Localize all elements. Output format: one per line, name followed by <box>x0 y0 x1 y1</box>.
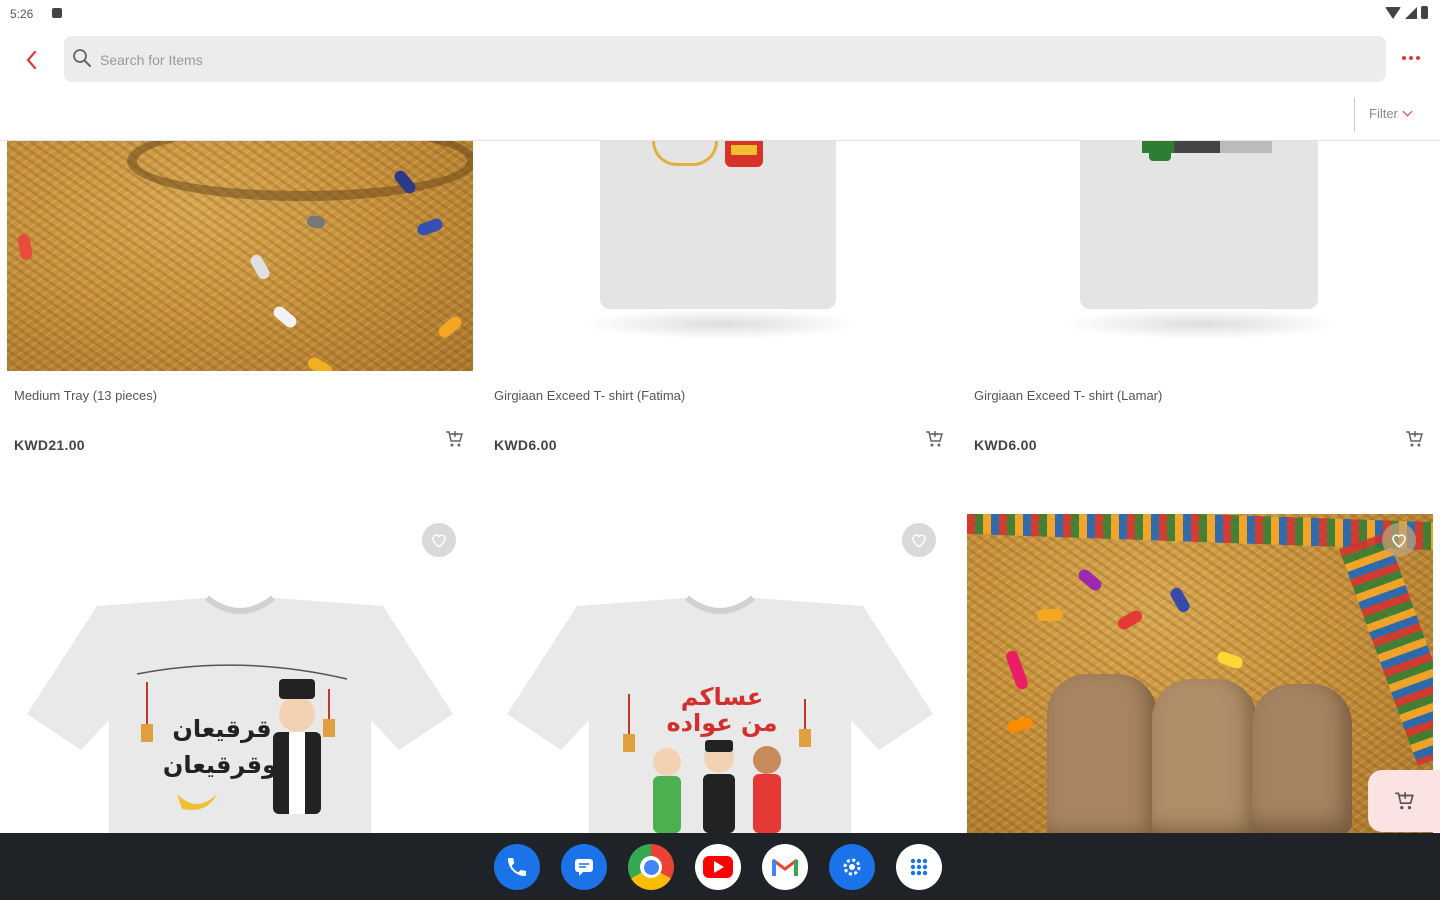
chevron-down-icon <box>1402 106 1413 117</box>
product-image <box>7 141 473 371</box>
product-title[interactable]: Girgiaan Exceed T- shirt (Fatima) <box>494 388 685 403</box>
add-to-cart-button[interactable] <box>444 429 464 454</box>
shirt-print-line1: قرقيعان <box>172 715 272 743</box>
heart-icon <box>1392 534 1406 548</box>
product-price: KWD6.00 <box>974 437 1037 453</box>
settings-icon[interactable] <box>829 844 875 890</box>
filter-button[interactable]: Filter <box>1369 106 1413 121</box>
system-icons <box>1385 6 1428 19</box>
product-title[interactable]: Girgiaan Exceed T- shirt (Lamar) <box>974 388 1162 403</box>
filter-label: Filter <box>1369 106 1398 121</box>
heart-icon <box>432 534 446 548</box>
chevron-left-icon <box>26 50 37 70</box>
wifi-icon <box>1385 6 1401 19</box>
product-title[interactable]: Medium Tray (13 pieces) <box>14 388 157 403</box>
favorite-button[interactable] <box>1382 523 1416 557</box>
tshirt-illustration <box>27 595 453 833</box>
dot <box>1409 56 1413 60</box>
app-drawer-icon[interactable] <box>896 844 942 890</box>
product-image[interactable]: عساكم من عواده <box>487 514 953 833</box>
cart-plus-icon <box>926 431 943 447</box>
favorite-button[interactable] <box>902 523 936 557</box>
more-options-button[interactable] <box>1402 56 1420 60</box>
divider <box>1354 98 1355 132</box>
tshirt-illustration <box>507 595 933 833</box>
signal-icon <box>1405 6 1417 19</box>
favorite-button[interactable] <box>422 523 456 557</box>
cart-plus-icon <box>1395 792 1414 810</box>
youtube-icon[interactable] <box>695 844 741 890</box>
back-button[interactable] <box>20 48 44 72</box>
search-bar[interactable] <box>64 36 1386 82</box>
app-header: Filter <box>0 28 1440 141</box>
product-image[interactable]: قرقيعان وقرقيعان <box>7 514 473 833</box>
android-taskbar <box>0 833 1440 900</box>
chrome-icon[interactable] <box>628 844 674 890</box>
app-dock <box>494 844 942 890</box>
add-to-cart-button[interactable] <box>1404 429 1424 454</box>
cart-plus-icon <box>1406 431 1423 447</box>
dot <box>1416 56 1420 60</box>
status-time: 5:26 <box>10 7 34 21</box>
add-to-cart-button[interactable] <box>924 429 944 454</box>
search-input[interactable] <box>98 44 1302 76</box>
product-price: KWD21.00 <box>14 437 85 453</box>
battery-icon <box>1421 6 1428 19</box>
shirt-print-line2: وقرقيعان <box>162 751 277 779</box>
floating-cart-button[interactable] <box>1368 770 1440 832</box>
dot <box>1402 56 1406 60</box>
product-grid: Medium Tray (13 pieces) KWD21.00 Girgiaa… <box>0 141 1440 833</box>
search-icon <box>73 49 91 67</box>
shirt-print-line2: من عواده <box>666 709 778 737</box>
product-image[interactable] <box>967 514 1433 833</box>
status-bar: 5:26 <box>0 0 1440 28</box>
product-image <box>487 141 953 371</box>
product-card[interactable] <box>7 141 473 471</box>
product-price: KWD6.00 <box>494 437 557 453</box>
heart-icon <box>912 534 926 548</box>
messages-icon[interactable] <box>561 844 607 890</box>
notification-icon <box>52 8 62 18</box>
cart-plus-icon <box>446 431 463 447</box>
gmail-icon[interactable] <box>762 844 808 890</box>
product-image <box>967 141 1433 371</box>
phone-icon[interactable] <box>494 844 540 890</box>
